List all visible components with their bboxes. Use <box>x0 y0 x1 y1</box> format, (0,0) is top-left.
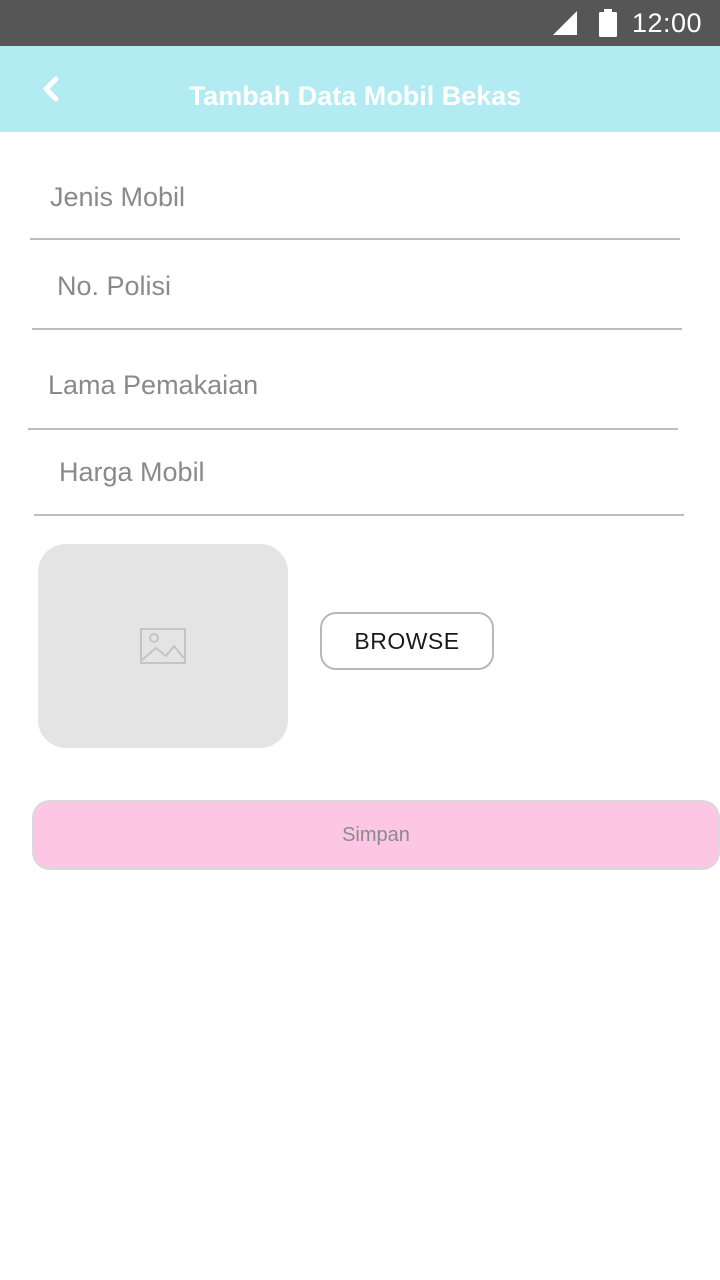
harga-mobil-field <box>34 435 684 516</box>
jenis-mobil-field <box>30 160 680 240</box>
lama-pemakaian-field <box>28 345 678 430</box>
status-bar: 12:00 <box>0 0 720 46</box>
image-preview <box>38 544 288 748</box>
app-bar: Tambah Data Mobil Bekas <box>0 46 720 132</box>
harga-mobil-input[interactable] <box>34 435 684 514</box>
image-icon <box>140 628 186 664</box>
page-title: Tambah Data Mobil Bekas <box>188 81 522 111</box>
battery-icon <box>599 9 617 37</box>
no-polisi-field <box>32 250 682 330</box>
save-button[interactable]: Simpan <box>32 800 720 870</box>
jenis-mobil-input[interactable] <box>30 160 680 238</box>
signal-icon <box>553 11 577 35</box>
screen: 12:00 Tambah Data Mobil Bekas BROWSE Sim… <box>0 0 720 1280</box>
browse-button[interactable]: BROWSE <box>320 612 494 670</box>
no-polisi-input[interactable] <box>32 250 682 328</box>
lama-pemakaian-input[interactable] <box>28 345 678 428</box>
status-time: 12:00 <box>632 8 703 38</box>
